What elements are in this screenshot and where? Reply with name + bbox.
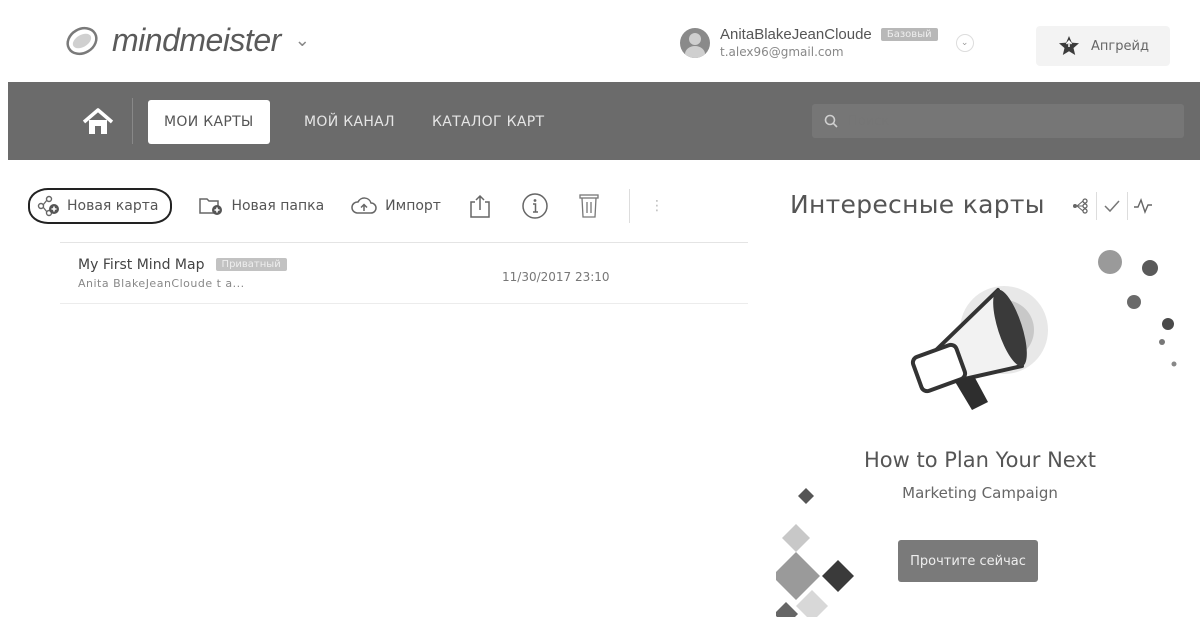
list-divider	[60, 242, 748, 243]
logo[interactable]: mindmeister ⌄	[62, 22, 310, 59]
tab-my-feed[interactable]: МОЙ КАНАЛ	[304, 100, 395, 144]
more-dots-icon: ⋮	[649, 198, 664, 214]
more-button[interactable]: ⋮	[650, 198, 664, 214]
activity-button[interactable]	[1128, 192, 1158, 220]
tab-label: МОИ КАРТЫ	[164, 114, 254, 130]
logo-text: mindmeister	[112, 22, 281, 58]
search-icon	[824, 114, 838, 128]
checkmark-icon	[1104, 200, 1120, 213]
cloud-upload-icon	[351, 197, 377, 214]
user-name: AnitaBlakeJeanCloude	[720, 26, 872, 43]
search-box[interactable]	[812, 104, 1184, 138]
tab-my-maps[interactable]: МОИ КАРТЫ	[148, 100, 270, 144]
promo-title: How to Plan Your Next	[863, 448, 1097, 472]
tasks-button[interactable]	[1097, 192, 1127, 220]
new-folder-button[interactable]: Новая папка	[198, 195, 324, 217]
share-export-icon	[470, 194, 490, 218]
map-date: 11/30/2017 23:10	[502, 270, 610, 284]
upgrade-button[interactable]: Апгрейд	[1036, 26, 1170, 66]
new-folder-label: Новая папка	[231, 198, 325, 214]
star-icon	[1059, 36, 1080, 55]
delete-button[interactable]	[577, 192, 601, 220]
mindmap-view-button[interactable]	[1066, 192, 1096, 220]
new-map-button[interactable]: Новая карта	[28, 188, 173, 224]
info-icon	[522, 193, 548, 219]
user-menu[interactable]: AnitaBlakeJeanCloude Базовый t.alex96@gm…	[680, 24, 974, 59]
home-icon	[82, 108, 114, 134]
mindmeister-logo-icon	[66, 26, 98, 55]
upgrade-label: Апгрейд	[1091, 38, 1149, 54]
read-now-button[interactable]: Прочтите сейчас	[898, 540, 1038, 582]
user-dropdown-icon[interactable]: ⌄	[955, 34, 974, 52]
privacy-badge: Приватный	[215, 258, 287, 271]
main-nav: МОИ КАРТЫ МОЙ КАНАЛ КАТАЛОГ КАРТ	[8, 82, 1200, 160]
new-folder-icon	[199, 198, 223, 215]
import-button[interactable]: Импорт	[350, 195, 441, 217]
avatar[interactable]	[680, 28, 710, 58]
promo-card: How to Plan Your Next Marketing Campaign…	[776, 242, 1196, 617]
maps-toolbar: Новая карта Новая папка Импорт ⋮	[28, 186, 692, 226]
nav-divider	[132, 98, 133, 144]
export-button[interactable]	[467, 193, 493, 219]
home-button[interactable]	[80, 104, 116, 140]
map-owner: Anita BlakeJeanCloude t a...	[78, 277, 245, 290]
mindmap-icon	[1073, 198, 1088, 214]
info-button[interactable]	[521, 192, 549, 220]
promo-subtitle: Marketing Campaign	[902, 484, 1058, 502]
tab-label: КАТАЛОГ КАРТ	[432, 114, 545, 130]
user-email: t.alex96@gmail.com	[720, 45, 844, 59]
top-header: mindmeister ⌄ AnitaBlakeJeanCloude Базов…	[0, 0, 1202, 82]
featured-tools	[1066, 192, 1158, 220]
chevron-down-icon[interactable]: ⌄	[295, 30, 310, 51]
trash-icon	[579, 194, 599, 218]
tab-label: МОЙ КАНАЛ	[304, 114, 395, 130]
tab-map-catalog[interactable]: КАТАЛОГ КАРТ	[432, 100, 544, 144]
map-title[interactable]: My First Mind Map	[78, 257, 204, 273]
search-input[interactable]	[846, 112, 1150, 130]
new-map-icon	[37, 195, 59, 217]
row-divider	[60, 303, 748, 304]
activity-pulse-icon	[1134, 198, 1152, 214]
new-map-label: Новая карта	[67, 198, 159, 214]
import-label: Импорт	[385, 198, 441, 214]
toolbar-divider	[628, 189, 630, 223]
plan-badge: Базовый	[880, 28, 938, 41]
map-list-item[interactable]: My First Mind Map Приватный Anita BlakeJ…	[78, 254, 748, 300]
featured-maps-title: Интересные карты	[790, 190, 1045, 219]
